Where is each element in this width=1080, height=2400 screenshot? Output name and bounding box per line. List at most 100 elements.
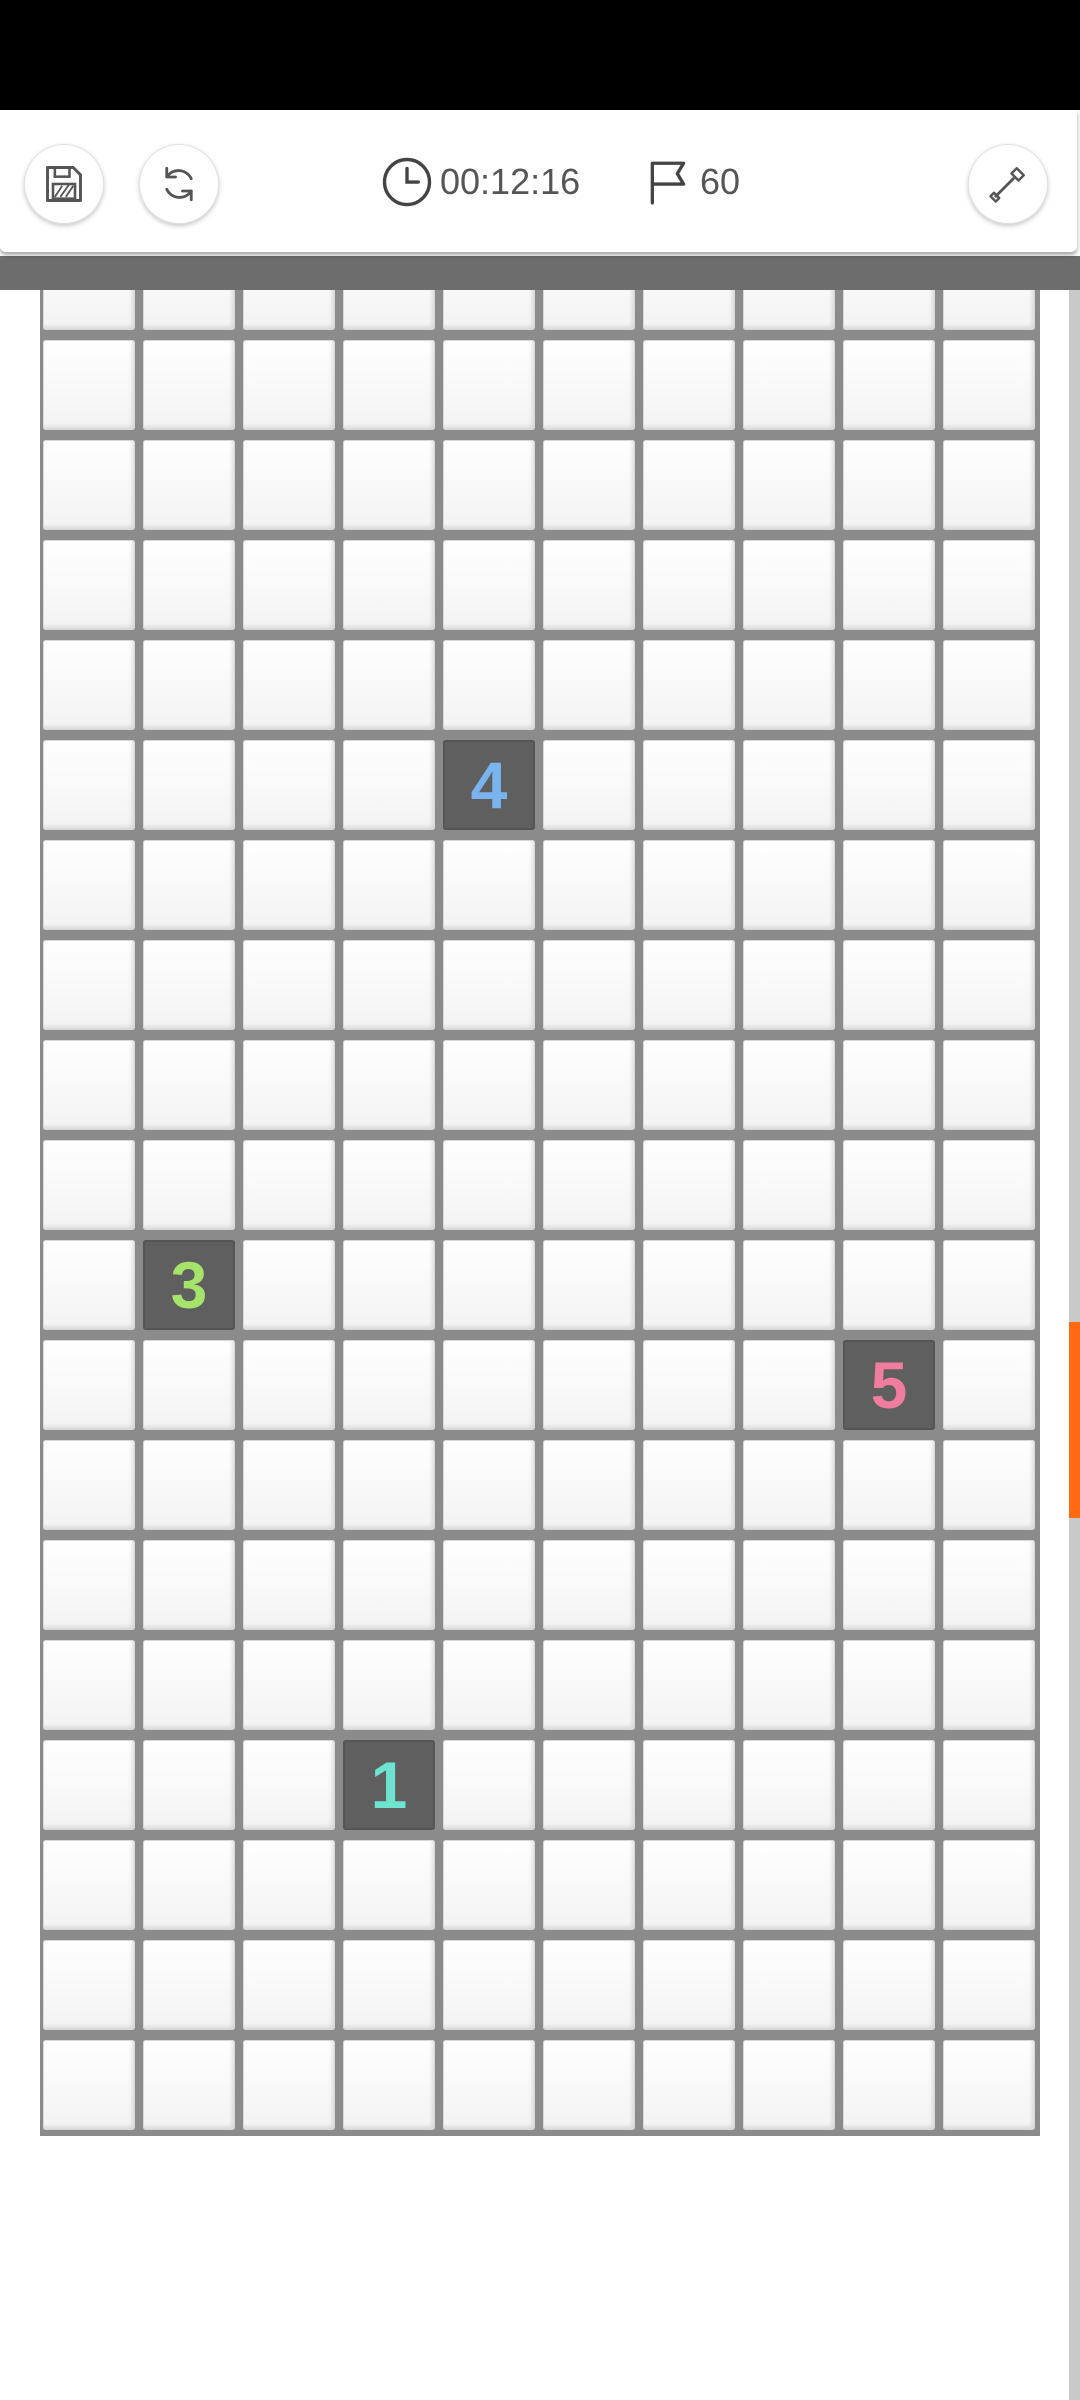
- hidden-cell[interactable]: [43, 1540, 135, 1630]
- hidden-cell[interactable]: [143, 740, 235, 830]
- hidden-cell[interactable]: [643, 1840, 735, 1930]
- hidden-cell[interactable]: [243, 1040, 335, 1130]
- hidden-cell[interactable]: [343, 640, 435, 730]
- hidden-cell[interactable]: [443, 1140, 535, 1230]
- hidden-cell[interactable]: [743, 1340, 835, 1430]
- hidden-cell[interactable]: [443, 1540, 535, 1630]
- hidden-cell[interactable]: [743, 1940, 835, 2030]
- hidden-cell[interactable]: [843, 340, 935, 430]
- hidden-cell[interactable]: [543, 1240, 635, 1330]
- hidden-cell[interactable]: [143, 840, 235, 930]
- hidden-cell[interactable]: [43, 640, 135, 730]
- hidden-cell[interactable]: [43, 340, 135, 430]
- hidden-cell[interactable]: [143, 1540, 235, 1630]
- hidden-cell[interactable]: [843, 540, 935, 630]
- hidden-cell[interactable]: [843, 1140, 935, 1230]
- hidden-cell[interactable]: [743, 840, 835, 930]
- hidden-cell[interactable]: [543, 1340, 635, 1430]
- hidden-cell[interactable]: [143, 440, 235, 530]
- hidden-cell[interactable]: [343, 740, 435, 830]
- hidden-cell[interactable]: [943, 1140, 1035, 1230]
- hidden-cell[interactable]: [243, 1840, 335, 1930]
- hidden-cell[interactable]: [343, 1340, 435, 1430]
- hidden-cell[interactable]: [743, 1540, 835, 1630]
- hidden-cell[interactable]: [43, 540, 135, 630]
- hidden-cell[interactable]: [943, 1540, 1035, 1630]
- hidden-cell[interactable]: [143, 1740, 235, 1830]
- hidden-cell[interactable]: [543, 940, 635, 1030]
- hidden-cell[interactable]: [643, 1440, 735, 1530]
- hidden-cell[interactable]: [843, 440, 935, 530]
- hidden-cell[interactable]: [743, 440, 835, 530]
- hidden-cell[interactable]: [743, 340, 835, 430]
- hidden-cell[interactable]: [43, 940, 135, 1030]
- hidden-cell[interactable]: [843, 1640, 935, 1730]
- hidden-cell[interactable]: [543, 640, 635, 730]
- hidden-cell[interactable]: [43, 440, 135, 530]
- hidden-cell[interactable]: [843, 1240, 935, 1330]
- hidden-cell[interactable]: [943, 1340, 1035, 1430]
- hidden-cell[interactable]: [643, 740, 735, 830]
- hidden-cell[interactable]: [243, 1240, 335, 1330]
- scrollbar-thumb[interactable]: [1069, 1322, 1080, 1518]
- hidden-cell[interactable]: [743, 2040, 835, 2130]
- hidden-cell[interactable]: [443, 1240, 535, 1330]
- hidden-cell[interactable]: [943, 640, 1035, 730]
- hidden-cell[interactable]: [743, 1240, 835, 1330]
- hidden-cell[interactable]: [943, 1740, 1035, 1830]
- hidden-cell[interactable]: [543, 1940, 635, 2030]
- hidden-cell[interactable]: [943, 740, 1035, 830]
- hidden-cell[interactable]: [743, 1840, 835, 1930]
- hidden-cell[interactable]: [943, 440, 1035, 530]
- hidden-cell[interactable]: [43, 840, 135, 930]
- hidden-cell[interactable]: [143, 1040, 235, 1130]
- hidden-cell[interactable]: [643, 640, 735, 730]
- hidden-cell[interactable]: [143, 2040, 235, 2130]
- hidden-cell[interactable]: [443, 1940, 535, 2030]
- hidden-cell[interactable]: [243, 840, 335, 930]
- hidden-cell[interactable]: [243, 1140, 335, 1230]
- hidden-cell[interactable]: [43, 1440, 135, 1530]
- hidden-cell[interactable]: [143, 1940, 235, 2030]
- hidden-cell[interactable]: [643, 2040, 735, 2130]
- hidden-cell[interactable]: [543, 1540, 635, 1630]
- hidden-cell[interactable]: [343, 840, 435, 930]
- hidden-cell[interactable]: [843, 740, 935, 830]
- hidden-cell[interactable]: [143, 1340, 235, 1430]
- hidden-cell[interactable]: [643, 1640, 735, 1730]
- hidden-cell[interactable]: [343, 1140, 435, 1230]
- hidden-cell[interactable]: [843, 1740, 935, 1830]
- hidden-cell[interactable]: [143, 1140, 235, 1230]
- hidden-cell[interactable]: [643, 540, 735, 630]
- hidden-cell[interactable]: [743, 1440, 835, 1530]
- hidden-cell[interactable]: [443, 440, 535, 530]
- restart-button[interactable]: [139, 144, 219, 224]
- hidden-cell[interactable]: [43, 1640, 135, 1730]
- hidden-cell[interactable]: [443, 640, 535, 730]
- hidden-cell[interactable]: [843, 840, 935, 930]
- hidden-cell[interactable]: [343, 540, 435, 630]
- hidden-cell[interactable]: [343, 440, 435, 530]
- hidden-cell[interactable]: [743, 1740, 835, 1830]
- hidden-cell[interactable]: [443, 340, 535, 430]
- hidden-cell[interactable]: [743, 540, 835, 630]
- hidden-cell[interactable]: [343, 2040, 435, 2130]
- hidden-cell[interactable]: [243, 640, 335, 730]
- hidden-cell[interactable]: [343, 1640, 435, 1730]
- hidden-cell[interactable]: [143, 940, 235, 1030]
- hidden-cell[interactable]: [343, 1040, 435, 1130]
- hidden-cell[interactable]: [643, 1940, 735, 2030]
- hidden-cell[interactable]: [543, 1040, 635, 1130]
- hidden-cell[interactable]: [743, 1040, 835, 1130]
- hidden-cell[interactable]: [143, 640, 235, 730]
- hidden-cell[interactable]: [543, 1840, 635, 1930]
- hidden-cell[interactable]: [43, 1240, 135, 1330]
- hidden-cell[interactable]: [643, 1540, 735, 1630]
- hidden-cell[interactable]: [943, 2040, 1035, 2130]
- hidden-cell[interactable]: [943, 540, 1035, 630]
- hidden-cell[interactable]: [243, 340, 335, 430]
- hidden-cell[interactable]: [343, 1240, 435, 1330]
- hidden-cell[interactable]: [43, 2040, 135, 2130]
- hidden-cell[interactable]: [143, 1440, 235, 1530]
- hidden-cell[interactable]: [43, 1140, 135, 1230]
